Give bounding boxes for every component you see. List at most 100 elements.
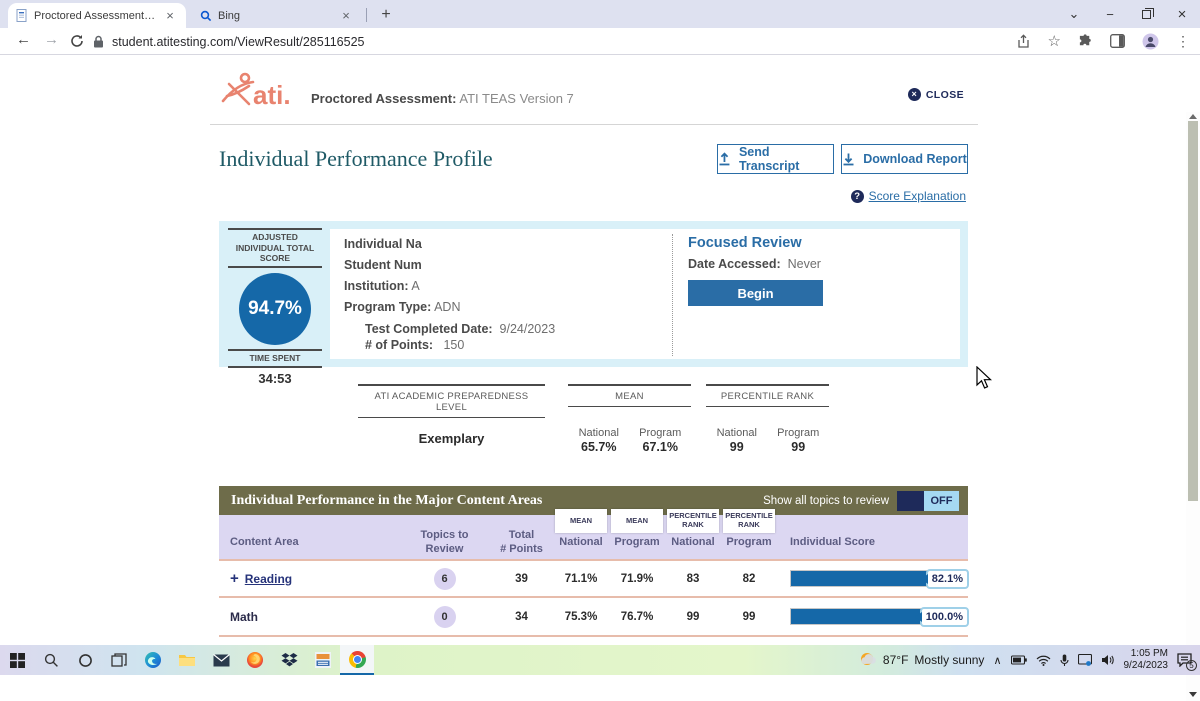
firefox-icon[interactable] — [238, 645, 272, 675]
toggle-state: OFF — [924, 491, 959, 511]
summary-card: ADJUSTED INDIVIDUAL TOTAL SCORE 94.7% TI… — [219, 221, 968, 367]
table-column-header: MEAN MEAN PERCENTILE RANK PERCENTILE RAN… — [219, 515, 968, 559]
edge-icon[interactable] — [136, 645, 170, 675]
pinned-app-icon[interactable] — [306, 645, 340, 675]
taskbar-clock[interactable]: 1:05 PM 9/24/2023 — [1124, 648, 1169, 673]
cortana-icon[interactable] — [68, 645, 102, 675]
page-body: ati. Proctored Assessment: ATI TEAS Vers… — [0, 56, 1200, 645]
group-header-mean-program: MEAN — [611, 509, 663, 533]
col-topics-to-review: Topics to Review — [399, 515, 490, 559]
dropbox-icon[interactable] — [272, 645, 306, 675]
total-points-cell: 34 — [490, 611, 553, 623]
expand-plus-icon[interactable]: + — [230, 571, 239, 586]
search-favicon — [200, 10, 212, 22]
send-transcript-label: Send Transcript — [739, 145, 833, 173]
taskbar-weather[interactable]: 87°F Mostly sunny — [859, 652, 985, 668]
action-center-icon[interactable]: 5 — [1177, 653, 1192, 667]
chrome-taskbar-icon[interactable] — [340, 645, 374, 675]
content-area-link[interactable]: Reading — [245, 572, 292, 586]
individual-score-cell: 82.1% — [777, 570, 968, 587]
show-topics-toggle[interactable]: OFF — [897, 491, 959, 511]
begin-button[interactable]: Begin — [688, 280, 823, 306]
lock-icon[interactable] — [93, 35, 104, 48]
mean-program-label: Program — [630, 427, 692, 439]
group-header-mean-national: MEAN — [555, 509, 607, 533]
scroll-up-arrow-icon[interactable] — [1189, 114, 1197, 119]
percentile-header: PERCENTILE RANK — [706, 384, 829, 407]
col-individual-score: Individual Score — [777, 515, 968, 559]
col-total-points: Total # Points — [490, 515, 553, 559]
back-button[interactable]: ← — [16, 31, 31, 48]
more-menu-icon[interactable]: ⋮ — [1176, 33, 1190, 50]
percentile-program-cell: 82 — [721, 573, 777, 585]
task-view-icon[interactable] — [102, 645, 136, 675]
share-icon[interactable] — [1016, 34, 1031, 49]
notification-count-badge: 5 — [1186, 660, 1197, 671]
score-explanation-link[interactable]: Score Explanation — [869, 189, 966, 203]
individual-score-bar-fill — [791, 571, 935, 586]
window-restore-button[interactable] — [1128, 7, 1164, 22]
tab-separator — [366, 8, 367, 22]
weather-desc: Mostly sunny — [914, 653, 984, 667]
topics-to-review-badge: 0 — [434, 606, 456, 628]
total-points-cell: 39 — [490, 573, 553, 585]
group-header-percentile-national: PERCENTILE RANK — [667, 509, 719, 533]
tab-proctored-results[interactable]: Proctored Assessment Results × — [8, 3, 186, 28]
table-body: +Reading63971.1%71.9%838282.1%Math03475.… — [219, 559, 968, 637]
scroll-down-arrow-icon[interactable] — [1189, 692, 1197, 697]
tab-close-icon[interactable]: × — [162, 8, 178, 24]
forward-button[interactable]: → — [44, 31, 59, 48]
browser-tab-bar: Proctored Assessment Results × Bing × + … — [0, 0, 1200, 28]
url-address[interactable]: student.atitesting.com/ViewResult/285116… — [112, 35, 364, 49]
content-area-cell: + Reading — [219, 571, 399, 586]
profile-avatar[interactable] — [1142, 33, 1159, 50]
battery-icon[interactable] — [1011, 655, 1027, 665]
assessment-line: Proctored Assessment: ATI TEAS Version 7 — [311, 91, 574, 106]
send-transcript-button[interactable]: Send Transcript — [717, 144, 834, 174]
header-divider — [210, 124, 978, 125]
restore-icon — [1142, 10, 1151, 19]
download-report-label: Download Report — [863, 152, 966, 166]
mean-header: MEAN — [568, 384, 691, 407]
speaker-icon[interactable] — [1101, 654, 1115, 666]
individual-score-cell: 100.0% — [777, 608, 968, 625]
window-minimize-button[interactable]: − — [1092, 7, 1128, 22]
reload-button[interactable] — [70, 34, 84, 48]
percentile-national-label: National — [706, 427, 768, 439]
page-scrollbar[interactable] — [1186, 112, 1200, 701]
close-button[interactable]: × CLOSE — [908, 88, 964, 101]
tab-close-icon[interactable]: × — [338, 8, 354, 24]
bookmark-star-icon[interactable]: ☆ — [1048, 32, 1061, 50]
mouse-cursor — [976, 366, 994, 390]
tab-bing[interactable]: Bing × — [192, 3, 362, 28]
program-type-line: Program Type: ADN — [344, 300, 461, 314]
clock-date: 9/24/2023 — [1124, 660, 1169, 673]
extensions-puzzle-icon[interactable] — [1078, 34, 1093, 49]
weather-temp: 87°F — [883, 653, 908, 667]
percentile-values: National99 Program99 — [706, 427, 829, 454]
cast-icon[interactable] — [1078, 654, 1092, 666]
topics-to-review-cell: 6 — [399, 568, 490, 590]
topics-to-review-cell: 0 — [399, 606, 490, 628]
new-tab-button[interactable]: + — [374, 4, 398, 26]
individual-score-callout: 82.1% — [926, 569, 969, 589]
window-close-button[interactable]: × — [1164, 6, 1200, 23]
start-button[interactable] — [0, 645, 34, 675]
tray-chevron-icon[interactable]: ∧ — [993, 654, 1001, 667]
svg-text:ati.: ati. — [253, 80, 291, 110]
file-explorer-icon[interactable] — [170, 645, 204, 675]
page-favicon — [16, 9, 28, 22]
time-spent-label: TIME SPENT — [228, 349, 322, 368]
close-label: CLOSE — [926, 89, 964, 101]
download-report-button[interactable]: Download Report — [841, 144, 968, 174]
mail-icon[interactable] — [204, 645, 238, 675]
wifi-icon[interactable] — [1036, 655, 1051, 666]
microphone-icon[interactable] — [1060, 654, 1069, 667]
side-panel-icon[interactable] — [1110, 34, 1125, 48]
upload-icon — [718, 152, 731, 166]
taskbar-search-icon[interactable] — [34, 645, 68, 675]
individual-name-line: Individual Na — [344, 237, 422, 251]
windows-taskbar: 87°F Mostly sunny ∧ 1:05 PM 9/24/2023 5 — [0, 645, 1200, 675]
scrollbar-thumb[interactable] — [1188, 121, 1198, 501]
tab-search-chevron-icon[interactable]: ⌄ — [1056, 6, 1092, 22]
